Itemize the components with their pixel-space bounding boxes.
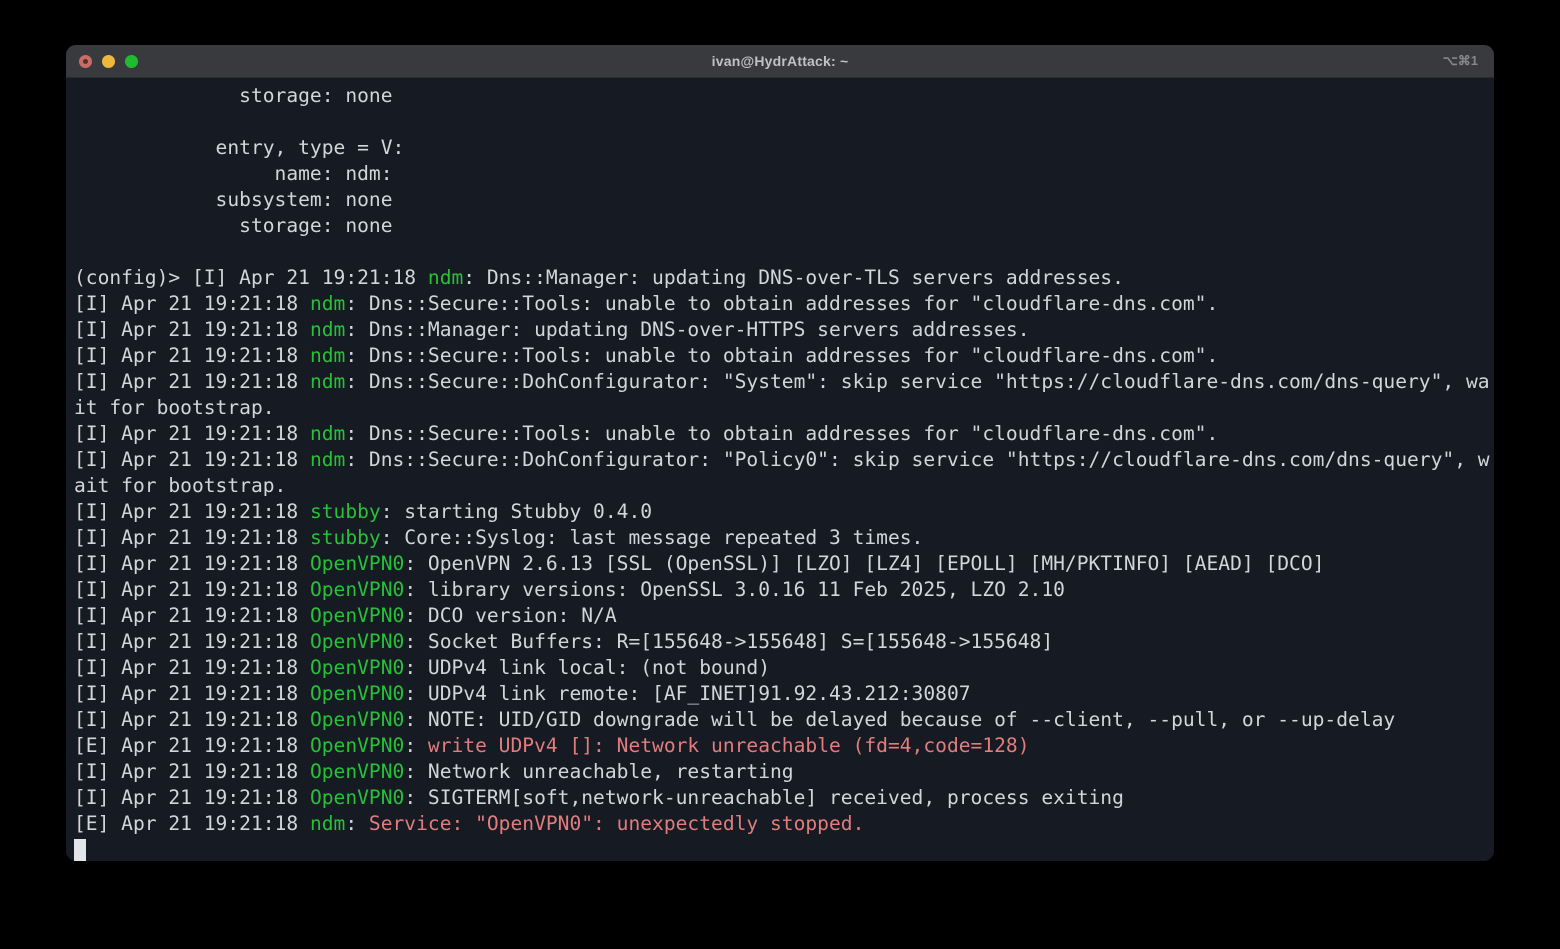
- terminal-line: [I] Apr 21 19:21:18 ndm: Dns::Manager: u…: [74, 317, 1486, 343]
- terminal-line: [E] Apr 21 19:21:18 OpenVPN0: write UDPv…: [74, 733, 1486, 759]
- terminal-line: [74, 837, 1486, 861]
- terminal-line: subsystem: none: [74, 187, 1486, 213]
- terminal-line: [I] Apr 21 19:21:18 stubby: starting Stu…: [74, 499, 1486, 525]
- terminal-line: [E] Apr 21 19:21:18 ndm: Service: "OpenV…: [74, 811, 1486, 837]
- terminal-window: ivan@HydrAttack: ~ ⌥⌘1 storage: none ent…: [66, 45, 1494, 861]
- terminal-line: [I] Apr 21 19:21:18 OpenVPN0: UDPv4 link…: [74, 681, 1486, 707]
- terminal-line: [I] Apr 21 19:21:18 stubby: Core::Syslog…: [74, 525, 1486, 551]
- terminal-line: [I] Apr 21 19:21:18 ndm: Dns::Secure::To…: [74, 421, 1486, 447]
- terminal-line: [74, 109, 1486, 135]
- terminal-line: [I] Apr 21 19:21:18 ndm: Dns::Secure::To…: [74, 343, 1486, 369]
- desktop-background: ivan@HydrAttack: ~ ⌥⌘1 storage: none ent…: [0, 0, 1560, 949]
- terminal-line: [I] Apr 21 19:21:18 ndm: Dns::Secure::To…: [74, 291, 1486, 317]
- window-titlebar[interactable]: ivan@HydrAttack: ~ ⌥⌘1: [66, 45, 1494, 78]
- terminal-line: (config)> [I] Apr 21 19:21:18 ndm: Dns::…: [74, 265, 1486, 291]
- terminal-line: ait for bootstrap.: [74, 473, 1486, 499]
- terminal-line: [I] Apr 21 19:21:18 OpenVPN0: library ve…: [74, 577, 1486, 603]
- tab-shortcut-label: ⌥⌘1: [1443, 45, 1478, 77]
- terminal-line: [I] Apr 21 19:21:18 OpenVPN0: Socket Buf…: [74, 629, 1486, 655]
- terminal-line: [I] Apr 21 19:21:18 OpenVPN0: NOTE: UID/…: [74, 707, 1486, 733]
- terminal-line: entry, type = V:: [74, 135, 1486, 161]
- terminal-line: it for bootstrap.: [74, 395, 1486, 421]
- terminal-output[interactable]: storage: none entry, type = V: name: ndm…: [66, 78, 1494, 861]
- terminal-line: [I] Apr 21 19:21:18 OpenVPN0: UDPv4 link…: [74, 655, 1486, 681]
- terminal-line: [I] Apr 21 19:21:18 OpenVPN0: DCO versio…: [74, 603, 1486, 629]
- terminal-line: [I] Apr 21 19:21:18 OpenVPN0: SIGTERM[so…: [74, 785, 1486, 811]
- terminal-line: [I] Apr 21 19:21:18 ndm: Dns::Secure::Do…: [74, 369, 1486, 395]
- terminal-line: storage: none: [74, 213, 1486, 239]
- terminal-line: storage: none: [74, 83, 1486, 109]
- terminal-line: [I] Apr 21 19:21:18 OpenVPN0: OpenVPN 2.…: [74, 551, 1486, 577]
- terminal-line: [74, 239, 1486, 265]
- terminal-line: [I] Apr 21 19:21:18 ndm: Dns::Secure::Do…: [74, 447, 1486, 473]
- terminal-line: [I] Apr 21 19:21:18 OpenVPN0: Network un…: [74, 759, 1486, 785]
- terminal-line: name: ndm:: [74, 161, 1486, 187]
- window-title: ivan@HydrAttack: ~: [66, 45, 1494, 77]
- terminal-cursor: [74, 839, 86, 861]
